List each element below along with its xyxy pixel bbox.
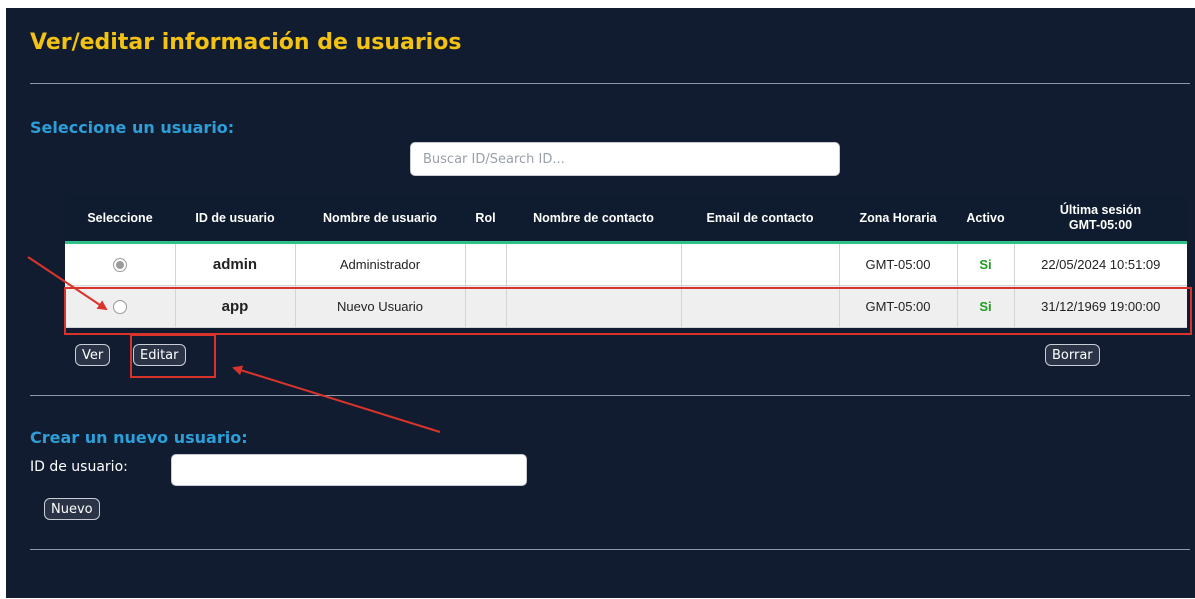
role-cell [465,242,507,286]
new-user-button[interactable]: Nuevo [44,498,100,520]
col-header-role: Rol [465,195,506,244]
last-session-cell: 22/05/2024 10:51:09 [1014,242,1187,286]
role-cell [465,285,507,328]
select-cell [65,242,176,286]
radio-button[interactable] [112,300,127,315]
search-input[interactable] [410,142,840,176]
contact-email-cell [681,242,840,286]
user-id-label: ID de usuario: [30,459,128,475]
col-header-username: Nombre de usuario [295,195,465,244]
last-session-cell: 31/12/1969 19:00:00 [1014,285,1187,328]
col-header-last-session: Última sesión GMT-05:00 [1014,195,1187,244]
col-header-contact-email: Email de contacto [681,195,839,244]
edit-button[interactable]: Editar [133,344,186,366]
username-cell: Administrador [295,242,466,286]
user-management-panel: Ver/editar información de usuarios Selec… [6,8,1195,598]
divider [30,83,1190,84]
select-user-heading: Seleccione un usuario: [30,118,235,137]
user-id-cell: app [175,285,296,328]
create-user-heading: Crear un nuevo usuario: [30,428,248,447]
divider [30,395,1190,396]
active-cell: Si [957,242,1015,286]
last-session-timezone: GMT-05:00 [1068,218,1133,232]
table-row[interactable]: app Nuevo Usuario GMT-05:00 Si 31/12/196… [65,285,1187,328]
user-id-cell: admin [175,242,296,286]
new-user-id-input[interactable] [171,454,527,486]
divider [30,549,1190,550]
username-cell: Nuevo Usuario [295,285,466,328]
col-header-active: Activo [957,195,1014,244]
users-table: Seleccione ID de usuario Nombre de usuar… [65,195,1187,328]
timezone-cell: GMT-05:00 [839,285,958,328]
col-header-user-id: ID de usuario [175,195,295,244]
col-header-contact-name: Nombre de contacto [506,195,681,244]
delete-button[interactable]: Borrar [1045,344,1100,366]
table-header-row: Seleccione ID de usuario Nombre de usuar… [65,195,1187,244]
table-row[interactable]: admin Administrador GMT-05:00 Si 22/05/2… [65,242,1187,286]
col-header-timezone: Zona Horaria [839,195,957,244]
select-cell [65,285,176,328]
contact-email-cell [681,285,840,328]
active-cell: Si [957,285,1015,328]
last-session-label: Última sesión [1059,203,1142,217]
radio-button-selected[interactable] [112,258,127,273]
page-title: Ver/editar información de usuarios [30,30,462,55]
contact-name-cell [506,285,682,328]
contact-name-cell [506,242,682,286]
col-header-select: Seleccione [65,195,175,244]
timezone-cell: GMT-05:00 [839,242,958,286]
view-button[interactable]: Ver [75,344,111,366]
